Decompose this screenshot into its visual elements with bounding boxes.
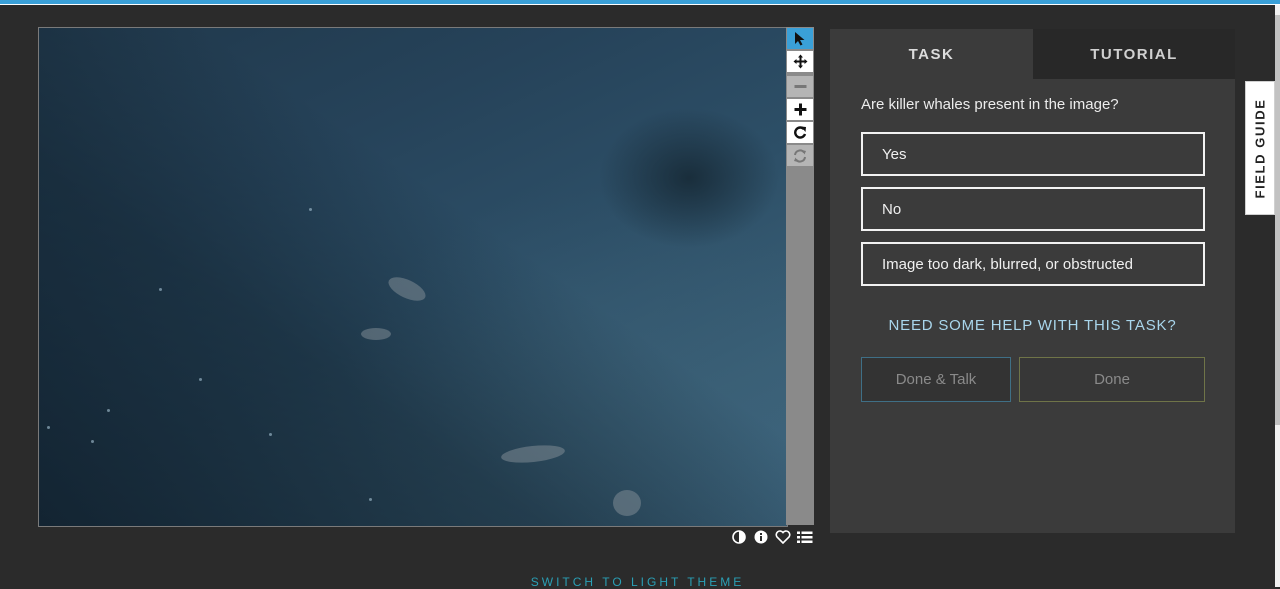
particle xyxy=(159,288,162,291)
zoom-out-icon[interactable] xyxy=(787,76,813,97)
particle xyxy=(269,433,272,436)
particle xyxy=(91,440,94,443)
subject-meta-tools xyxy=(730,528,813,546)
reset-icon[interactable] xyxy=(787,145,813,166)
done-button[interactable]: Done xyxy=(1019,357,1205,402)
image-toolbar xyxy=(786,27,814,525)
done-and-talk-button[interactable]: Done & Talk xyxy=(861,357,1011,402)
rotate-icon[interactable] xyxy=(787,122,813,143)
answer-image-too-dark[interactable]: Image too dark, blurred, or obstructed xyxy=(861,242,1205,286)
particle xyxy=(107,409,110,412)
particle xyxy=(369,498,372,501)
info-icon[interactable] xyxy=(752,529,769,546)
zoom-in-icon[interactable] xyxy=(787,99,813,120)
answer-yes[interactable]: Yes xyxy=(861,132,1205,176)
page-scrollbar[interactable] xyxy=(1275,5,1280,587)
task-question: Are killer whales present in the image? xyxy=(861,96,1119,113)
answer-no[interactable]: No xyxy=(861,187,1205,231)
contrast-icon[interactable] xyxy=(730,529,747,546)
seal-shape xyxy=(613,490,641,516)
list-icon[interactable] xyxy=(796,529,813,546)
scrollbar-thumb[interactable] xyxy=(1275,15,1280,425)
image-shading xyxy=(39,28,787,526)
task-panel: TASK TUTORIAL Are killer whales present … xyxy=(830,29,1235,533)
move-icon[interactable] xyxy=(787,51,813,72)
pointer-icon[interactable] xyxy=(787,28,813,49)
seal-shape xyxy=(361,328,391,340)
help-link[interactable]: NEED SOME HELP WITH THIS TASK? xyxy=(830,317,1235,334)
field-guide-tab[interactable]: FIELD GUIDE xyxy=(1245,81,1275,215)
heart-icon[interactable] xyxy=(774,529,791,546)
tab-tutorial[interactable]: TUTORIAL xyxy=(1033,29,1235,79)
particle xyxy=(309,208,312,211)
particle xyxy=(199,378,202,381)
tab-task[interactable]: TASK xyxy=(830,29,1033,79)
field-guide-label: FIELD GUIDE xyxy=(1252,98,1268,198)
task-tabs: TASK TUTORIAL xyxy=(830,29,1235,79)
subject-image[interactable] xyxy=(38,27,788,527)
top-accent-bar xyxy=(0,0,1280,5)
particle xyxy=(47,426,50,429)
